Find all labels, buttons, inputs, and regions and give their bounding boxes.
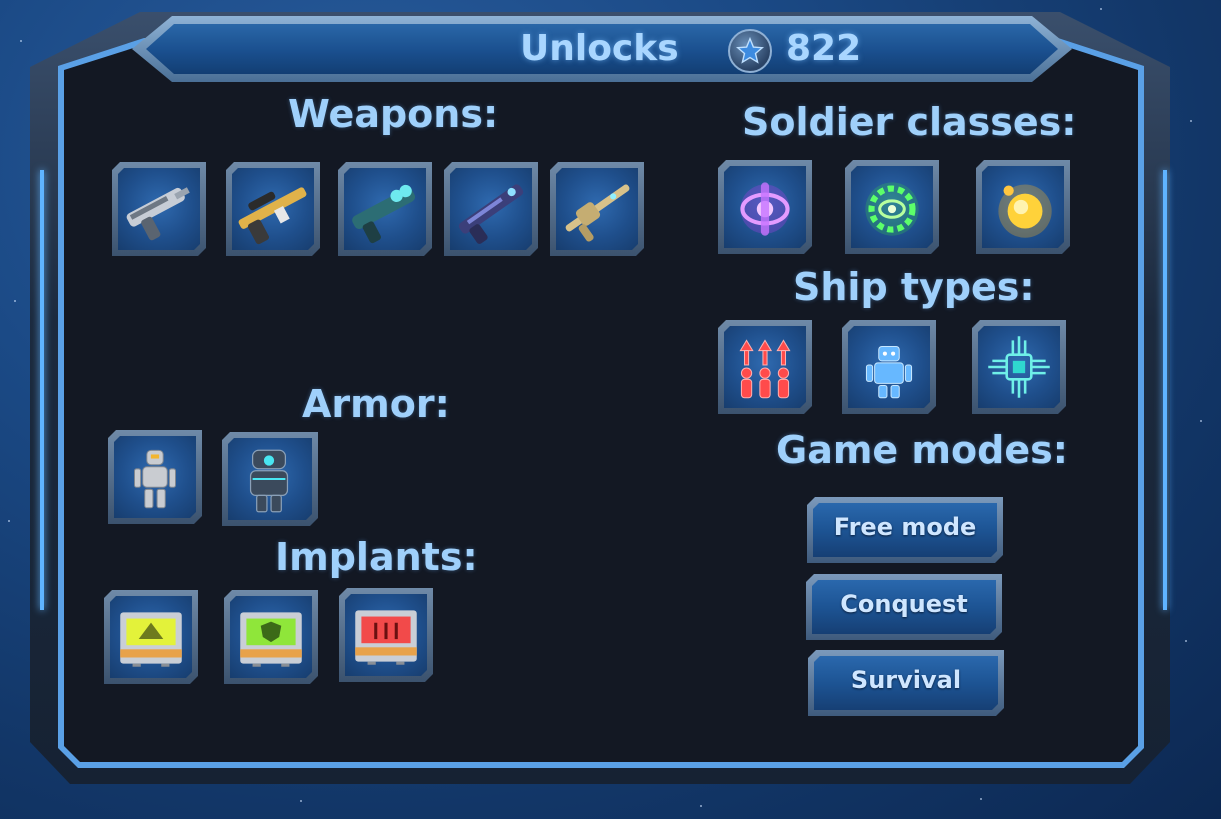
ship-type-slot-2[interactable] <box>842 320 936 414</box>
weapons-title: Weapons: <box>288 92 499 136</box>
weapon-slot-5[interactable] <box>550 162 644 256</box>
shield-implant-icon <box>230 596 312 678</box>
right-frame-light <box>1163 170 1167 610</box>
armor-slot-2[interactable] <box>222 432 318 526</box>
page-title: Unlocks <box>520 28 679 69</box>
armor-slot-1[interactable] <box>108 430 202 524</box>
survival-label: Survival <box>850 666 962 694</box>
soldier-classes-title: Soldier classes: <box>742 100 1077 144</box>
weapon-slot-4[interactable] <box>444 162 538 256</box>
implant-slot-2[interactable] <box>224 590 318 684</box>
robot-icon <box>848 326 930 408</box>
implant-slot-1[interactable] <box>104 590 198 684</box>
crew-upgrade-icon <box>724 326 806 408</box>
speed-implant-icon <box>110 596 192 678</box>
soldier-class-slot-1[interactable] <box>718 160 812 254</box>
star-count: 822 <box>786 28 862 69</box>
plasma-rifle-icon <box>344 168 426 250</box>
heavy-armor-icon <box>228 438 310 520</box>
implants-title: Implants: <box>275 535 478 579</box>
railgun-icon <box>556 168 638 250</box>
soldier-class-slot-2[interactable] <box>845 160 939 254</box>
free-mode-button[interactable]: Free mode <box>807 497 1003 563</box>
weapon-slot-1[interactable] <box>112 162 206 256</box>
purple-class-emblem-icon <box>724 166 806 248</box>
ship-type-slot-3[interactable] <box>972 320 1066 414</box>
pistol-icon <box>118 168 200 250</box>
game-modes-title: Game modes: <box>776 428 1068 472</box>
armor-title: Armor: <box>302 382 450 426</box>
ship-type-slot-1[interactable] <box>718 320 812 414</box>
weapon-slot-2[interactable] <box>226 162 320 256</box>
survival-button[interactable]: Survival <box>808 650 1004 716</box>
ship-types-title: Ship types: <box>793 265 1035 309</box>
light-armor-icon <box>114 436 196 518</box>
soldier-class-slot-3[interactable] <box>976 160 1070 254</box>
left-frame-light <box>40 170 44 610</box>
damage-implant-icon <box>345 594 427 676</box>
sniper-rifle-icon <box>232 168 314 250</box>
yellow-orb-emblem-icon <box>982 166 1064 248</box>
implant-slot-3[interactable] <box>339 588 433 682</box>
conquest-label: Conquest <box>840 590 968 618</box>
star-icon <box>728 29 772 73</box>
free-mode-label: Free mode <box>833 513 977 541</box>
circuit-chip-icon <box>978 326 1060 408</box>
weapon-slot-3[interactable] <box>338 162 432 256</box>
conquest-button[interactable]: Conquest <box>806 574 1002 640</box>
green-gear-emblem-icon <box>851 166 933 248</box>
laser-rifle-icon <box>450 168 532 250</box>
